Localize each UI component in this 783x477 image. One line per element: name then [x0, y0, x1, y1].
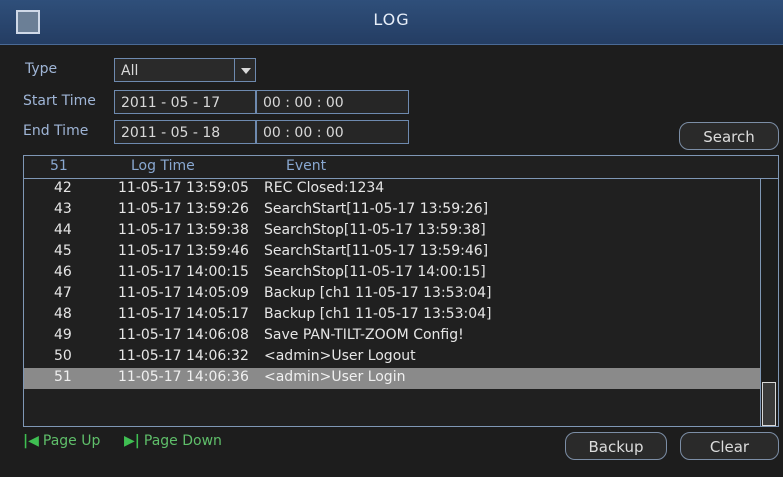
- row-number: 50: [54, 348, 72, 364]
- row-event: SearchStart[11-05-17 13:59:46]: [264, 243, 489, 259]
- log-list: 51 Log Time Event 42 11-05-17 13:59:05 REC…: [23, 155, 779, 427]
- row-log-time: 11-05-17 14:05:17: [118, 306, 249, 322]
- page-down-label: Page Down: [143, 433, 222, 449]
- row-log-time: 11-05-17 14:00:15: [118, 264, 249, 280]
- row-log-time: 11-05-17 13:59:38: [118, 222, 249, 238]
- start-time-label: Start Time: [23, 93, 96, 109]
- page-up-label: Page Up: [42, 433, 101, 449]
- header-count: 51: [50, 158, 68, 174]
- row-event: SearchStop[11-05-17 13:59:38]: [264, 222, 486, 238]
- table-row[interactable]: 51 11-05-17 14:06:36 <admin>User Login: [24, 368, 760, 389]
- end-date-field[interactable]: 2011 - 05 - 18: [114, 120, 256, 144]
- scrollbar[interactable]: [760, 179, 778, 426]
- row-number: 46: [54, 264, 72, 280]
- table-row[interactable]: 50 11-05-17 14:06:32 <admin>User Logout: [24, 347, 760, 368]
- table-row[interactable]: 46 11-05-17 14:00:15 SearchStop[11-05-17 1…: [24, 263, 760, 284]
- row-event: SearchStop[11-05-17 14:00:15]: [264, 264, 486, 280]
- table-row[interactable]: 43 11-05-17 13:59:26 SearchStart[11-05-17 …: [24, 200, 760, 221]
- row-number: 47: [54, 285, 72, 301]
- row-log-time: 11-05-17 14:06:32: [118, 348, 249, 364]
- backup-button[interactable]: Backup: [565, 432, 667, 460]
- type-select-value: All: [121, 63, 139, 79]
- table-row[interactable]: 44 11-05-17 13:59:38 SearchStop[11-05-17 1…: [24, 221, 760, 242]
- end-time-label: End Time: [23, 123, 89, 139]
- list-header: 51 Log Time Event: [24, 156, 778, 179]
- title-bar: LOG: [0, 0, 783, 45]
- row-log-time: 11-05-17 13:59:05: [118, 180, 249, 196]
- row-event: REC Closed:1234: [264, 180, 385, 196]
- row-number: 51: [54, 369, 72, 385]
- row-log-time: 11-05-17 14:06:36: [118, 369, 249, 385]
- row-event: Backup [ch1 11-05-17 13:53:04]: [264, 306, 492, 322]
- clear-button[interactable]: Clear: [680, 432, 779, 460]
- row-number: 49: [54, 327, 72, 343]
- row-event: Save PAN-TILT-ZOOM Config!: [264, 327, 464, 343]
- log-window: LOG Type All Start Time 2011 - 05 - 17 0…: [0, 0, 783, 477]
- type-select[interactable]: All: [114, 58, 256, 82]
- scrollbar-thumb[interactable]: [762, 382, 776, 426]
- page-up-icon: |◀: [23, 433, 39, 449]
- table-row[interactable]: 47 11-05-17 14:05:09 Backup [ch1 11-05-17 …: [24, 284, 760, 305]
- log-rows: 42 11-05-17 13:59:05 REC Closed:1234 43 11-0…: [24, 179, 760, 389]
- row-event: Backup [ch1 11-05-17 13:53:04]: [264, 285, 492, 301]
- type-label: Type: [25, 61, 58, 77]
- table-row[interactable]: 49 11-05-17 14:06:08 Save PAN-TILT-ZOOM Co…: [24, 326, 760, 347]
- start-time-field[interactable]: 00 : 00 : 00: [256, 90, 409, 114]
- page-down-icon: ▶|: [124, 433, 140, 449]
- search-button[interactable]: Search: [679, 122, 779, 150]
- table-row[interactable]: 42 11-05-17 13:59:05 REC Closed:1234: [24, 179, 760, 200]
- row-number: 44: [54, 222, 72, 238]
- table-row[interactable]: 48 11-05-17 14:05:17 Backup [ch1 11-05-17 …: [24, 305, 760, 326]
- page-down-link[interactable]: ▶| Page Down: [124, 433, 222, 449]
- row-number: 45: [54, 243, 72, 259]
- row-log-time: 11-05-17 13:59:46: [118, 243, 249, 259]
- row-log-time: 11-05-17 13:59:26: [118, 201, 249, 217]
- row-log-time: 11-05-17 14:05:09: [118, 285, 249, 301]
- row-log-time: 11-05-17 14:06:08: [118, 327, 249, 343]
- row-number: 48: [54, 306, 72, 322]
- row-number: 43: [54, 201, 72, 217]
- row-event: SearchStart[11-05-17 13:59:26]: [264, 201, 489, 217]
- table-row[interactable]: 45 11-05-17 13:59:46 SearchStart[11-05-17 …: [24, 242, 760, 263]
- start-date-field[interactable]: 2011 - 05 - 17: [114, 90, 256, 114]
- chevron-down-icon[interactable]: [234, 58, 256, 82]
- window-title: LOG: [373, 10, 410, 29]
- row-number: 42: [54, 180, 72, 196]
- row-event: <admin>User Logout: [264, 348, 416, 364]
- header-event[interactable]: Event: [286, 158, 326, 174]
- header-log-time[interactable]: Log Time: [131, 158, 195, 174]
- row-event: <admin>User Login: [264, 369, 406, 385]
- page-up-link[interactable]: |◀ Page Up: [23, 433, 100, 449]
- end-time-field[interactable]: 00 : 00 : 00: [256, 120, 409, 144]
